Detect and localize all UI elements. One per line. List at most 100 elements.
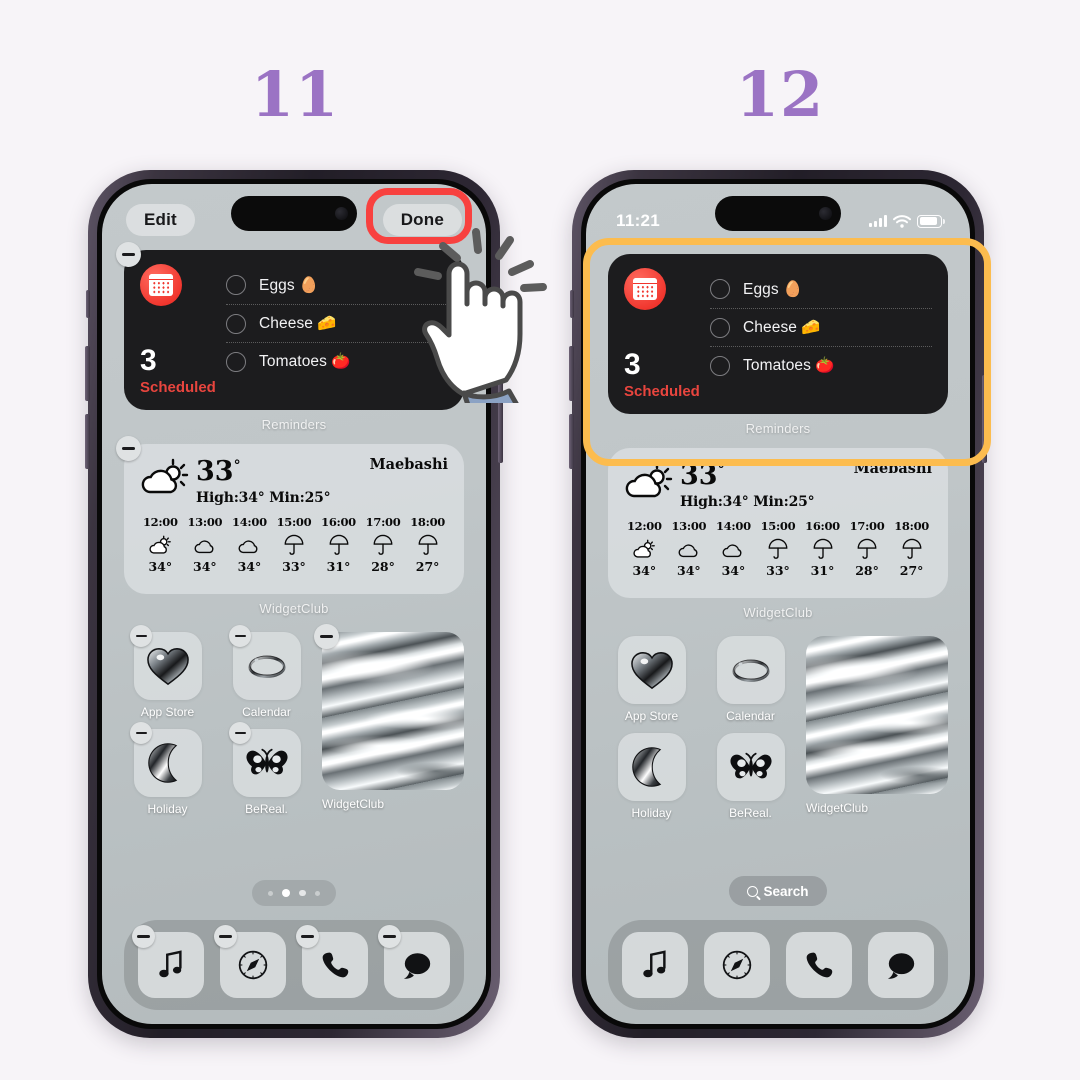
weather-temp-block: 33° High:34° Min:25°: [680, 460, 815, 510]
phone-screen-right: 11:21 3 Scheduled Eggs 🥚 Cheese 🧀 Tomato…: [586, 184, 970, 1024]
weather-current: 33° High:34° Min:25° Maebashi: [624, 460, 932, 510]
app-icon-app-store[interactable]: App Store: [608, 636, 695, 723]
battery-icon: [917, 214, 945, 228]
page-dot[interactable]: [314, 890, 320, 896]
page-dots[interactable]: [252, 880, 336, 906]
app-icon-holiday[interactable]: Holiday: [608, 733, 695, 820]
hourly-item: 15:00 33°: [758, 519, 799, 578]
message-bubble-icon: [868, 932, 934, 998]
weather-widget-container[interactable]: 33° High:34° Min:25° Maebashi 12:00 34° …: [116, 436, 464, 616]
checkbox-icon[interactable]: [226, 275, 246, 295]
remove-widget-icon[interactable]: [116, 436, 141, 461]
weather-widget[interactable]: 33° High:34° Min:25° Maebashi 12:00 34° …: [608, 448, 948, 598]
app-icon-calendar[interactable]: Calendar: [707, 636, 794, 723]
silent-switch[interactable]: [86, 290, 90, 318]
page-dot[interactable]: [268, 890, 274, 896]
volume-down-button[interactable]: [85, 414, 90, 469]
marble-texture-icon[interactable]: [806, 636, 948, 794]
dock-item-messages[interactable]: [868, 932, 934, 998]
hour-temp: 28°: [855, 563, 879, 578]
umbrella-icon: [802, 536, 843, 562]
checkbox-icon[interactable]: [226, 313, 246, 334]
list-item[interactable]: Eggs 🥚: [710, 270, 932, 308]
checkbox-icon[interactable]: [710, 279, 730, 299]
dock-item-phone[interactable]: [296, 925, 368, 998]
remove-app-icon[interactable]: [229, 722, 251, 744]
page-dot-active[interactable]: [282, 889, 291, 897]
app-icon-bereal[interactable]: BeReal.: [223, 722, 310, 816]
checkbox-icon[interactable]: [710, 317, 730, 338]
remove-widget-icon[interactable]: [314, 624, 339, 649]
marble-widget-container[interactable]: WidgetClub: [314, 624, 464, 816]
remove-app-icon[interactable]: [378, 925, 401, 948]
phone-handset-icon: [786, 932, 852, 998]
checkbox-icon[interactable]: [710, 355, 730, 376]
signal-bars-icon: [869, 215, 887, 227]
remove-app-icon[interactable]: [130, 625, 152, 647]
umbrella-icon: [758, 536, 799, 562]
reminders-widget-container[interactable]: 3 Scheduled Eggs 🥚 Cheese 🧀 Tomatoes 🍅 R…: [608, 254, 948, 436]
reminders-count: 3: [624, 348, 641, 381]
dock-item-safari[interactable]: [214, 925, 286, 998]
edit-button[interactable]: Edit: [126, 204, 195, 236]
volume-up-button[interactable]: [85, 346, 90, 401]
hour-temp: 31°: [326, 559, 351, 574]
dock-item-music[interactable]: [622, 932, 688, 998]
checkbox-icon[interactable]: [226, 351, 246, 372]
hour-label: 12:00: [142, 515, 178, 529]
music-note-icon: [622, 932, 688, 998]
remove-app-icon[interactable]: [296, 925, 319, 948]
reminders-widget[interactable]: 3 Scheduled Eggs 🥚 Cheese 🧀 Tomatoes 🍅: [608, 254, 948, 414]
weather-city: Maebashi: [369, 456, 448, 473]
remove-app-icon[interactable]: [130, 722, 152, 744]
butterfly-icon: [716, 733, 785, 801]
remove-app-icon[interactable]: [229, 625, 251, 647]
step-number-left: 11: [250, 58, 340, 131]
hourly-item: 14:00 34°: [713, 519, 754, 578]
hour-label: 14:00: [716, 519, 751, 533]
power-button[interactable]: [982, 375, 987, 463]
phone-mockup-right: 11:21 3 Scheduled Eggs 🥚 Cheese 🧀 Tomato…: [569, 170, 987, 1038]
weather-widget[interactable]: 33° High:34° Min:25° Maebashi 12:00 34° …: [124, 444, 464, 594]
app-icon-calendar[interactable]: Calendar: [223, 625, 310, 719]
dynamic-island: [715, 196, 841, 231]
hourly-item: 13:00 34°: [185, 515, 226, 574]
cloud-icon: [229, 532, 270, 558]
volume-down-button[interactable]: [569, 414, 574, 469]
dock-item-phone[interactable]: [786, 932, 852, 998]
page-dot[interactable]: [299, 889, 306, 897]
weather-high-low: High:34° Min:25°: [196, 490, 331, 506]
marble-texture-icon[interactable]: [322, 632, 464, 790]
remove-widget-icon[interactable]: [116, 242, 141, 267]
remove-app-icon[interactable]: [132, 925, 155, 948]
hour-temp: 33°: [766, 563, 790, 578]
app-icon-holiday[interactable]: Holiday: [124, 722, 211, 816]
dock: [608, 920, 948, 1010]
umbrella-icon: [891, 536, 932, 562]
list-item[interactable]: Cheese 🧀: [710, 308, 932, 346]
app-label: Holiday: [631, 806, 672, 820]
dock-item-safari[interactable]: [704, 932, 770, 998]
remove-app-icon[interactable]: [214, 925, 237, 948]
weather-hourly-row: 12:00 34° 13:00 34° 14:00 34° 15:00 33° …: [140, 515, 448, 574]
search-button[interactable]: Search: [729, 876, 827, 906]
hour-label: 18:00: [894, 519, 929, 533]
app-label: Calendar: [242, 705, 291, 719]
app-grid-left: App Store Calendar Holiday BeReal.: [124, 625, 310, 816]
app-icon-app-store[interactable]: App Store: [124, 625, 211, 719]
dock-item-messages[interactable]: [378, 925, 450, 998]
list-item[interactable]: Tomatoes 🍅: [710, 346, 932, 384]
hour-label: 13:00: [671, 519, 707, 533]
search-label: Search: [763, 883, 809, 899]
hourly-item: 16:00 31°: [802, 519, 843, 578]
hour-label: 15:00: [276, 515, 312, 529]
marble-widget-container[interactable]: WidgetClub: [806, 636, 948, 820]
hourly-item: 12:00 34°: [624, 519, 665, 578]
app-icon-bereal[interactable]: BeReal.: [707, 733, 794, 820]
pointing-hand-cursor: [400, 228, 575, 415]
umbrella-icon: [363, 532, 404, 558]
umbrella-icon: [318, 532, 359, 558]
dock-item-music[interactable]: [132, 925, 204, 998]
weather-widget-container[interactable]: 33° High:34° Min:25° Maebashi 12:00 34° …: [608, 448, 948, 620]
weather-temp-block: 33° High:34° Min:25°: [196, 456, 331, 506]
